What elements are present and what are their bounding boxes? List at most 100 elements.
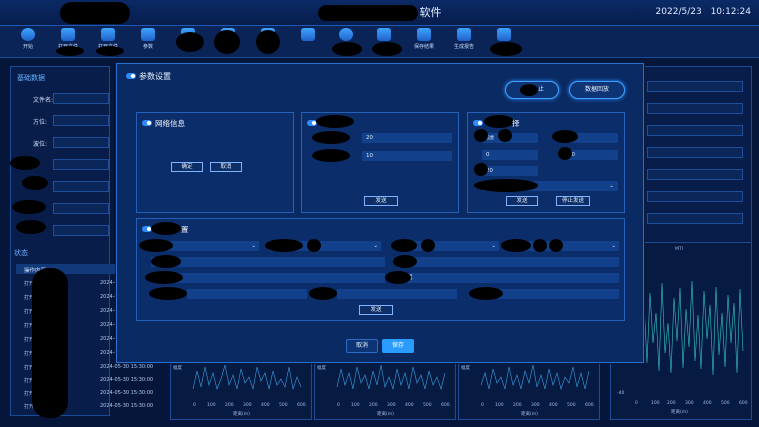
settings-panel-3: 择 设置 0 20 20 ⌄ 发送 停止发送 (467, 112, 625, 213)
param-field[interactable] (151, 257, 385, 267)
redaction-mask (10, 156, 40, 170)
network-icon (339, 28, 353, 41)
send-button[interactable]: 发送 (364, 196, 398, 206)
redaction-mask (533, 239, 547, 252)
send-button[interactable]: 发送 (506, 196, 538, 206)
cancel-button[interactable]: 取消 (210, 162, 242, 172)
toolbar-params-button[interactable]: 参数 (130, 28, 166, 56)
datetime: 2022/5/23 10:12:24 (650, 7, 751, 17)
redaction-mask (312, 131, 350, 144)
param-field[interactable]: 20 (482, 166, 538, 176)
redaction-mask (151, 255, 181, 268)
param-field[interactable] (187, 289, 307, 299)
field-box[interactable] (647, 191, 743, 202)
y-axis-label: 幅度 (461, 366, 470, 371)
redaction-mask (151, 222, 181, 235)
settings-panel-4: 置 ⌄ ⌄ ⌄ ⌄ 置 发送 (136, 218, 625, 321)
redaction-mask (498, 129, 512, 142)
chevron-down-icon: ⌄ (609, 183, 614, 189)
chevron-down-icon: ⌄ (611, 243, 616, 249)
redaction-mask (256, 30, 280, 54)
toolbar-button-8[interactable] (290, 28, 326, 56)
redaction-mask (552, 130, 578, 143)
redaction-mask (558, 147, 572, 160)
title-bar: 软件 2022/5/23 10:12:24 (0, 0, 759, 26)
param-field[interactable]: 置 (403, 273, 619, 283)
x-axis-label: 距离(m) (233, 412, 250, 417)
beam-field[interactable] (53, 137, 109, 148)
dialog-save-button[interactable]: 保存 (382, 339, 414, 353)
field-box[interactable] (647, 81, 743, 92)
redaction-mask (391, 239, 417, 252)
field-box[interactable] (53, 181, 109, 192)
toolbar-start-button[interactable]: 开始 (10, 28, 46, 56)
panel-title: 网络信息 (155, 119, 185, 128)
stop-send-button[interactable]: 停止发送 (556, 196, 590, 206)
sliders-icon (141, 28, 155, 41)
stop-button[interactable]: 止 (505, 81, 559, 99)
redaction-mask (149, 287, 187, 300)
parameter-settings-dialog: 参数设置 止 数据回放 网络信息 确定 取消 20 10 发送 择 设置 0 2… (116, 63, 644, 363)
field-box[interactable] (647, 103, 743, 114)
param-field[interactable]: 10 (362, 151, 452, 161)
y-axis-label: 幅度 (317, 366, 326, 371)
redaction-mask (176, 32, 204, 52)
param-field[interactable] (403, 257, 619, 267)
field-box[interactable] (53, 203, 109, 214)
redaction-mask (316, 115, 354, 128)
x-axis-label: 距离(m) (671, 410, 688, 415)
chart-title: MTI (675, 247, 683, 252)
param-field[interactable]: 0 (482, 150, 538, 160)
redaction-mask (469, 287, 503, 300)
image-icon (377, 28, 391, 41)
redaction-mask (265, 239, 303, 252)
redaction-mask (32, 268, 68, 418)
field-box[interactable] (647, 213, 743, 224)
param-field[interactable] (337, 289, 457, 299)
data-playback-button[interactable]: 数据回放 (569, 81, 625, 99)
toolbar-save-results-button[interactable]: 保存结果 (406, 28, 442, 56)
state-header: 状态 (14, 249, 28, 257)
send-button[interactable]: 发送 (359, 305, 393, 315)
redaction-mask (549, 239, 563, 252)
confirm-button[interactable]: 确定 (171, 162, 203, 172)
param-field[interactable] (497, 289, 619, 299)
param-field[interactable]: 20 (362, 133, 452, 143)
toolbar-report-button[interactable]: 生成报告 (446, 28, 482, 56)
param-field[interactable]: 20 (564, 150, 618, 160)
chevron-down-icon: ⌄ (373, 243, 378, 249)
panel-title: 置 (181, 225, 189, 234)
field-box[interactable] (647, 147, 743, 158)
field-box[interactable] (647, 169, 743, 180)
redaction-mask (332, 42, 362, 56)
redaction-mask (484, 115, 514, 128)
redaction-mask (474, 163, 488, 176)
redaction-mask (56, 46, 84, 56)
y-axis-label: 幅度 (173, 366, 182, 371)
log-header: 操作内容 (16, 264, 126, 274)
network-info-panel: 网络信息 确定 取消 (136, 112, 294, 213)
chart-3: 0 100 200 300 400 500 600 距离(m) 幅度 (458, 358, 600, 420)
dialog-cancel-button[interactable]: 取消 (346, 339, 378, 353)
toggle-icon (473, 120, 483, 126)
param-field[interactable] (151, 273, 385, 283)
azimuth-field[interactable] (53, 115, 109, 126)
chart-2: 0 100 200 300 400 500 600 距离(m) 幅度 (314, 358, 456, 420)
save-icon (417, 28, 431, 41)
app-title: 软件 (0, 4, 759, 21)
redaction-mask (421, 239, 435, 252)
redaction-mask (22, 176, 48, 190)
export-icon (497, 28, 511, 41)
field-box[interactable] (647, 125, 743, 136)
redaction-mask (393, 255, 417, 268)
field-box[interactable] (53, 225, 109, 236)
file-name-field[interactable] (53, 93, 109, 104)
x-axis-label: 距离(m) (377, 412, 394, 417)
x-axis-label: 距离(m) (521, 412, 538, 417)
redaction-mask (372, 42, 402, 56)
redaction-mask (309, 287, 337, 300)
play-icon (21, 28, 35, 41)
redaction-mask (145, 271, 183, 284)
field-box[interactable] (53, 159, 109, 170)
toolbar: 开始 打开文件 打开文件 参数 保存结果 生成报告 (0, 26, 759, 58)
